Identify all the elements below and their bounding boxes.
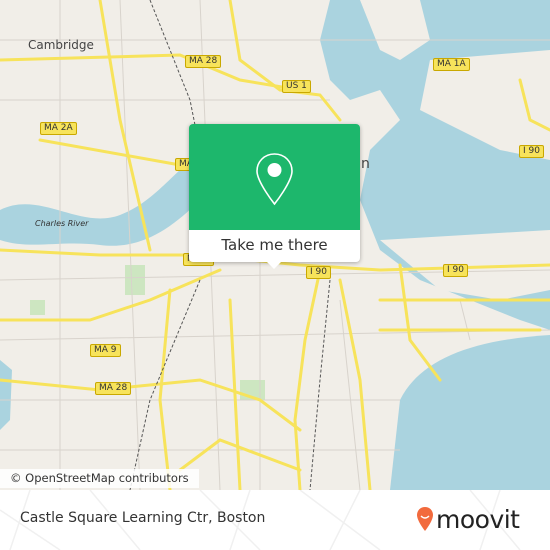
left-river [0, 360, 12, 430]
map-attribution[interactable]: © OpenStreetMap contributors [0, 469, 199, 488]
moovit-wordmark: moovit [436, 505, 520, 534]
shield-us1: US 1 [282, 80, 311, 93]
shield-ma2a: MA 2A [40, 122, 77, 135]
location-popup: Take me there [189, 124, 360, 269]
river-label: Charles River [35, 219, 89, 228]
moovit-logo[interactable]: moovit [416, 502, 536, 538]
map-pin-icon [256, 153, 293, 206]
shield-ma28-2: MA 28 [95, 382, 132, 395]
shield-ma9-2: MA 9 [90, 344, 121, 357]
location-name: Castle Square Learning Ctr, Boston [20, 510, 266, 526]
place-label-cambridge: Cambridge [28, 38, 94, 52]
shield-i90-3: I 90 [519, 145, 544, 158]
popup-pointer [267, 262, 281, 269]
shield-i90-2: I 90 [443, 264, 468, 277]
place-label-boston: n [361, 156, 370, 172]
map[interactable]: Cambridge Charles River n MA 28 US 1 MA … [0, 0, 550, 490]
take-me-there-button[interactable]: Take me there [189, 230, 360, 262]
popup-header [189, 124, 360, 230]
shield-i90: I 90 [306, 266, 331, 279]
moovit-pin-icon [417, 507, 433, 531]
shield-ma28: MA 28 [185, 55, 222, 68]
shield-ma1a: MA 1A [433, 58, 470, 71]
